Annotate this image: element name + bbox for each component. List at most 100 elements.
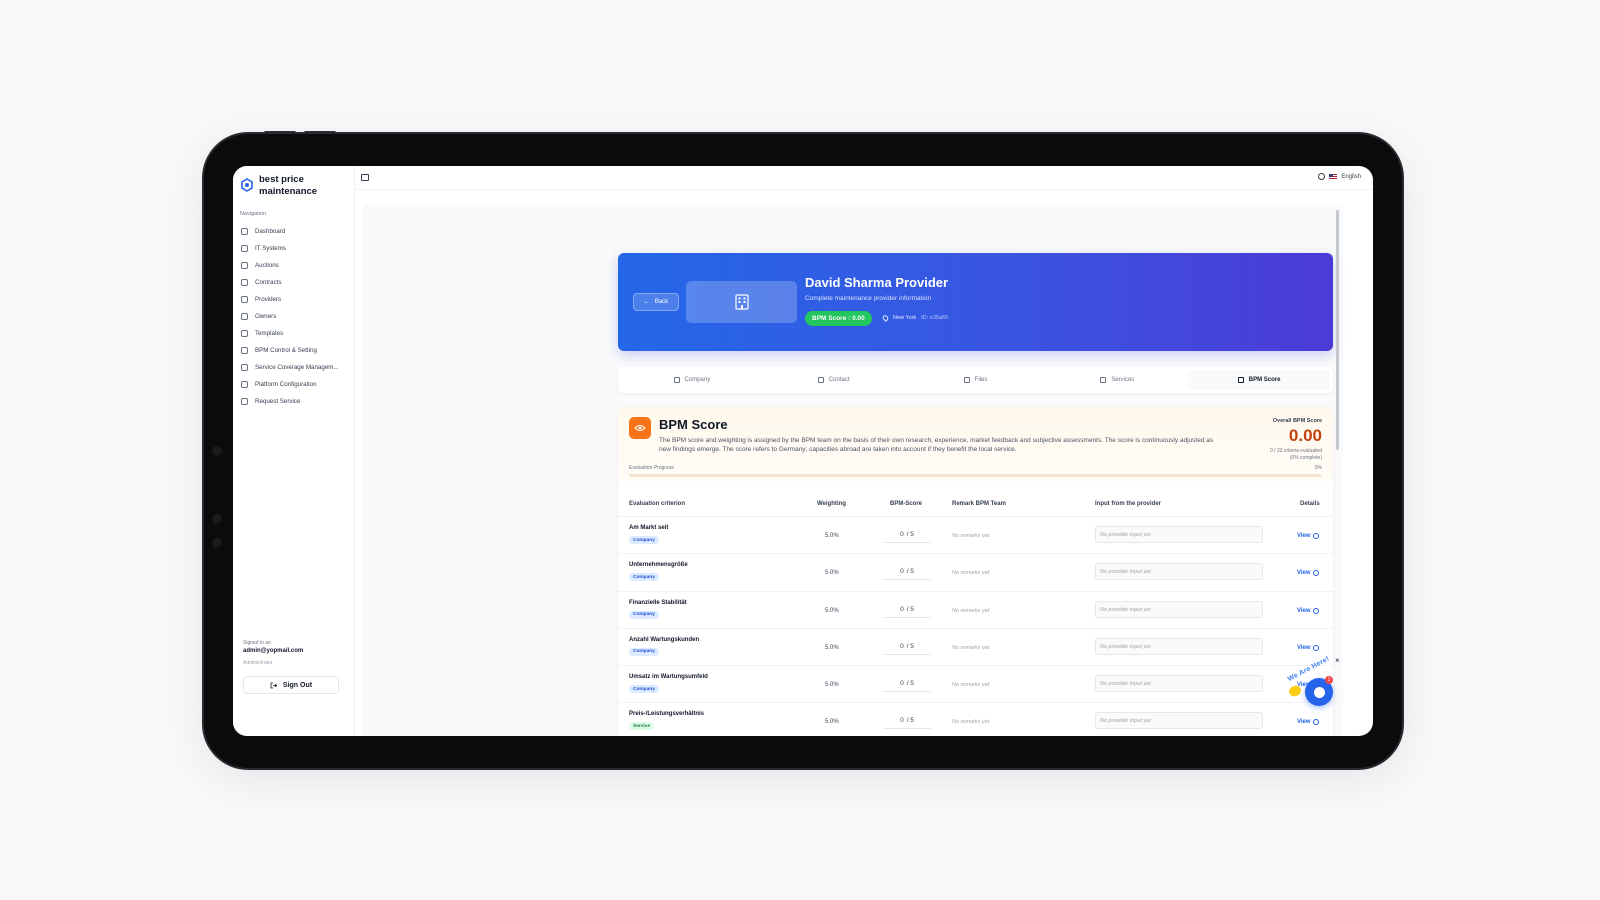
sidebar-item-label: Service Coverage Managem... (255, 364, 339, 371)
remark-text: No remarks yet (952, 719, 990, 726)
score-max: / 5 (906, 531, 914, 538)
sign-out-button[interactable]: Sign Out (243, 676, 339, 694)
weighting-value: 5.0% (825, 719, 839, 726)
user-email: admin@yopmail.com (243, 648, 304, 654)
weighting-value: 5.0% (825, 533, 839, 539)
info-icon (1312, 607, 1319, 614)
score-max: / 5 (906, 642, 914, 650)
bpm-card-header: BPM Score The BPM score and weighting is… (618, 407, 1333, 483)
file-icon (241, 279, 248, 286)
view-details-link[interactable]: View (1297, 570, 1319, 577)
tab-services[interactable]: Services (1046, 370, 1188, 390)
view-details-link[interactable]: View (1297, 719, 1319, 726)
provider-logo-placeholder (686, 281, 797, 323)
scrollbar[interactable] (1336, 210, 1339, 450)
provider-input-field[interactable]: No provider input yet (1095, 637, 1263, 655)
sidebar-item-label: Dashboard (255, 228, 286, 235)
complete-percent: (0% complete) (1289, 455, 1322, 461)
table-row: Umsatz im Wartungsumfeld Company 5.0% 0/ 5 N… (618, 666, 1333, 704)
tab-label: Company (684, 377, 711, 383)
sidebar-item-dashboard[interactable]: Dashboard (239, 223, 351, 240)
location-text: New York (893, 315, 917, 321)
col-weighting: Weighting (817, 501, 846, 507)
bpm-title: BPM Score (659, 417, 728, 432)
score-field[interactable]: 0/ 5 (883, 713, 931, 730)
view-details-link[interactable]: View (1297, 644, 1319, 651)
clock-icon (241, 262, 248, 269)
score-field[interactable]: 0/ 5 (883, 676, 931, 693)
view-details-link[interactable]: View (1297, 533, 1319, 539)
brand-logo-icon (241, 178, 253, 192)
sidebar-item-bpm-control-setting[interactable]: BPM Control & Setting (239, 342, 351, 359)
remark-text: No remarks yet (952, 533, 990, 539)
sidebar-item-label: Owners (255, 313, 277, 320)
eye-icon (629, 417, 651, 439)
signed-in-label: Signed in as: (243, 640, 272, 646)
sidebar-item-auctions[interactable]: Auctions (239, 257, 351, 274)
language-selector[interactable]: English (1318, 173, 1361, 180)
sidebar-item-label: Platform Configuration (255, 381, 317, 388)
provider-input-field[interactable]: No provider input yet (1095, 600, 1263, 618)
info-icon (1312, 570, 1319, 577)
sidebar-item-owners[interactable]: Owners (239, 308, 351, 325)
template-icon (241, 330, 248, 337)
tab-contact[interactable]: Contact (763, 370, 905, 390)
criteria-evaluated: 0 / 22 criteria evaluated (0% complete) (1270, 448, 1322, 462)
provider-input-field[interactable]: No provider input yet (1095, 712, 1263, 730)
arrow-left-icon: ← (643, 299, 650, 305)
sidebar-item-it-systems[interactable]: IT Systems (239, 240, 351, 257)
criterion-name: Finanzielle Stabilität (629, 599, 687, 606)
building-icon (673, 377, 680, 383)
notification-badge: 1 (1325, 676, 1333, 684)
view-details-link[interactable]: View (1297, 607, 1319, 614)
score-field[interactable]: 0/ 5 (883, 564, 931, 581)
back-button[interactable]: ← Back (633, 293, 679, 311)
sidebar-toggle-icon[interactable] (361, 174, 369, 181)
view-label: View (1297, 607, 1311, 614)
language-label: English (1341, 173, 1361, 180)
score-field[interactable]: 0/ 5 (883, 639, 931, 655)
sidebar-item-providers[interactable]: Providers (239, 291, 351, 308)
back-label: Back (654, 299, 669, 305)
view-label: View (1297, 570, 1311, 577)
tab-company[interactable]: Company (621, 370, 763, 390)
provider-input-field[interactable]: No provider input yet (1095, 563, 1263, 581)
progress-percent: 0% (1314, 465, 1322, 471)
score-value: 0 (900, 605, 904, 613)
info-icon (1312, 533, 1319, 539)
sidebar-item-templates[interactable]: Templates (239, 325, 351, 342)
sidebar-item-request-service[interactable]: Request Service (239, 393, 351, 410)
tab-bpm-score[interactable]: BPM Score (1188, 370, 1330, 390)
score-field[interactable]: 0/ 5 (883, 527, 931, 543)
col-criterion: Evaluation criterion (629, 501, 686, 507)
category-tag: Company (629, 536, 659, 544)
settings-icon (241, 381, 248, 388)
clipboard-icon (1100, 377, 1107, 383)
score-field[interactable]: 0/ 5 (883, 602, 931, 618)
provider-input-field[interactable]: No provider input yet (1095, 526, 1263, 543)
weighting-value: 5.0% (825, 607, 839, 614)
building-icon (734, 294, 749, 310)
weighting-value: 5.0% (825, 644, 839, 651)
sidebar-item-service-coverage-managem[interactable]: Service Coverage Managem... (239, 359, 351, 376)
sign-out-label: Sign Out (282, 681, 313, 689)
brand[interactable]: best price maintenance (241, 174, 329, 198)
sidebar-item-label: Contracts (255, 279, 282, 286)
criterion-name: Umsatz im Wartungsumfeld (629, 674, 708, 681)
sidebar-item-contracts[interactable]: Contracts (239, 274, 351, 291)
provider-subtitle: Complete maintenance provider informatio… (805, 295, 932, 302)
file-icon (1237, 377, 1244, 383)
sidebar-item-platform-configuration[interactable]: Platform Configuration (239, 376, 351, 393)
col-remark: Remark BPM Team (952, 501, 1006, 507)
user-icon (817, 377, 824, 383)
info-icon (1312, 644, 1319, 651)
help-widget[interactable]: × We Are Here! 1 (1283, 655, 1353, 716)
criterion-name: Preis-/Leistungsverhältnis (629, 711, 705, 718)
tab-label: Services (1111, 377, 1135, 383)
weighting-value: 5.0% (825, 570, 839, 577)
score-max: / 5 (906, 568, 914, 576)
provider-input-field[interactable]: No provider input yet (1095, 675, 1263, 693)
tab-files[interactable]: Files (905, 370, 1047, 390)
category-tag: Company (629, 647, 659, 656)
criterion-name: Unternehmensgröße (629, 562, 688, 569)
